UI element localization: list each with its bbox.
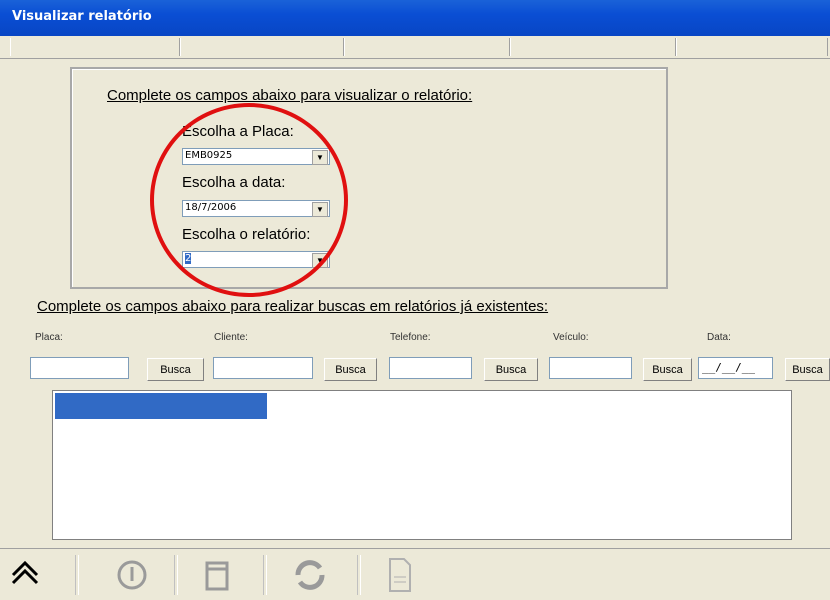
cliente-search-button[interactable]: Busca: [324, 358, 377, 381]
relatorio-select[interactable]: 2 ▼: [182, 251, 330, 268]
up-arrow-icon: [11, 560, 39, 585]
header-cell: [180, 38, 344, 56]
telefone-search-input[interactable]: [389, 357, 472, 379]
telefone-search-button[interactable]: Busca: [484, 358, 538, 381]
report-panel: Complete os campos abaixo para visualiza…: [70, 67, 668, 289]
chevron-down-icon[interactable]: ▼: [312, 150, 328, 165]
toolbar-separator: [263, 555, 267, 595]
bottom-toolbar: [0, 548, 830, 599]
placa-search-input[interactable]: [30, 357, 129, 379]
header-cell: [344, 38, 510, 56]
refresh-icon[interactable]: [290, 557, 330, 593]
relatorio-select-value: 2: [185, 253, 192, 264]
data-select[interactable]: 18/7/2006 ▼: [182, 200, 330, 217]
header-strip: [0, 36, 830, 59]
window-icon: [205, 561, 229, 591]
refresh-icon: [295, 560, 325, 590]
power-icon: [117, 560, 147, 590]
toolbar-separator: [75, 555, 79, 595]
placa-select-value: EMB0925: [185, 150, 233, 161]
search-title: Complete os campos abaixo para realizar …: [37, 298, 549, 315]
document-icon: [389, 558, 411, 592]
toolbar-separator: [174, 555, 178, 595]
up-arrow-icon[interactable]: [5, 557, 45, 593]
window-icon[interactable]: [197, 557, 237, 593]
relatorio-label: Escolha o relatório:: [182, 226, 311, 243]
window-title: Visualizar relatório: [12, 9, 152, 24]
placa-search-button[interactable]: Busca: [147, 358, 204, 381]
data-label: Escolha a data:: [182, 174, 286, 191]
list-item-selected[interactable]: [55, 393, 267, 419]
veiculo-search-input[interactable]: [549, 357, 632, 379]
data-search-label: Data:: [707, 332, 731, 343]
title-bar: Visualizar relatório: [0, 0, 830, 36]
toolbar-separator: [357, 555, 361, 595]
header-cell: [510, 38, 676, 56]
chevron-down-icon[interactable]: ▼: [312, 253, 328, 268]
results-list[interactable]: [52, 390, 792, 540]
telefone-search-label: Telefone:: [390, 332, 431, 343]
document-icon[interactable]: [378, 557, 418, 593]
data-select-value: 18/7/2006: [185, 202, 237, 213]
cliente-search-label: Cliente:: [214, 332, 248, 343]
data-search-button[interactable]: Busca: [785, 358, 830, 381]
power-icon[interactable]: [112, 557, 152, 593]
veiculo-search-button[interactable]: Busca: [643, 358, 692, 381]
placa-search-label: Placa:: [35, 332, 63, 343]
placa-label: Escolha a Placa:: [182, 123, 294, 140]
placa-select[interactable]: EMB0925 ▼: [182, 148, 330, 165]
veiculo-search-label: Veículo:: [553, 332, 589, 343]
chevron-down-icon[interactable]: ▼: [312, 202, 328, 217]
report-panel-title: Complete os campos abaixo para visualiza…: [107, 87, 473, 104]
header-cell: [10, 38, 180, 56]
header-cell: [676, 38, 828, 56]
cliente-search-input[interactable]: [213, 357, 313, 379]
data-search-input[interactable]: __/__/__: [698, 357, 773, 379]
